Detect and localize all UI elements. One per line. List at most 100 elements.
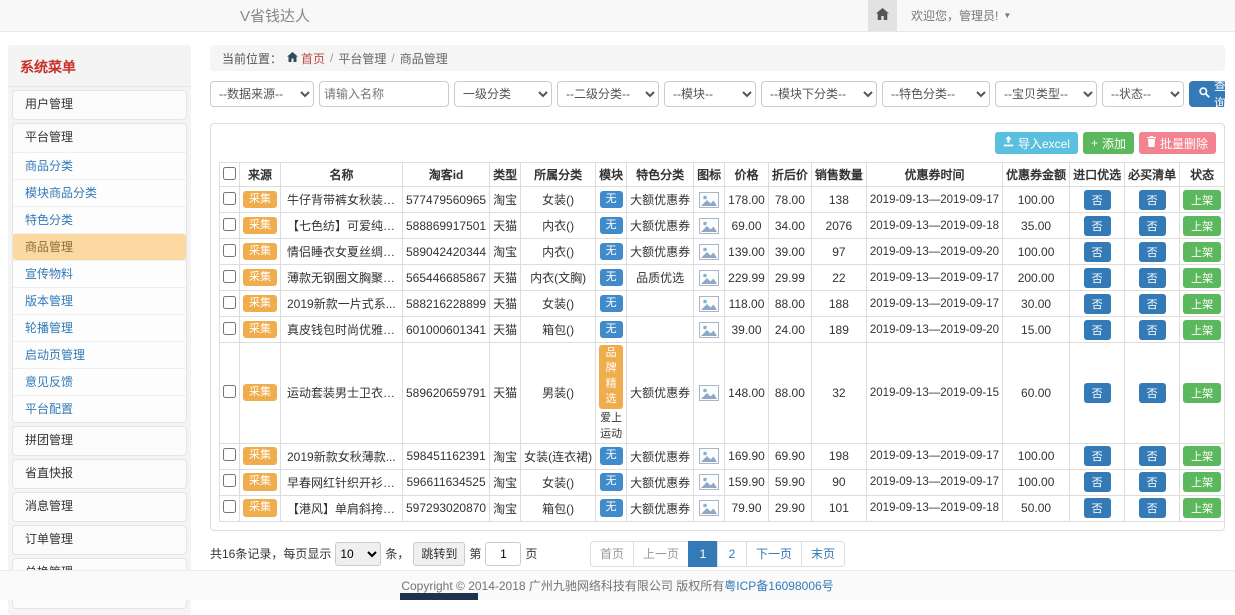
jump-button[interactable]: 跳转到 bbox=[413, 542, 465, 566]
column-header-10: 销售数量 bbox=[811, 163, 866, 187]
module-badge: 无 bbox=[600, 321, 623, 338]
must-buy-button[interactable]: 否 bbox=[1139, 268, 1166, 288]
home-button[interactable] bbox=[868, 0, 897, 31]
import-select-button[interactable]: 否 bbox=[1084, 242, 1111, 262]
sidebar-subitem-1-3[interactable]: 商品管理 bbox=[13, 233, 186, 260]
sidebar-item-5[interactable]: 订单管理 bbox=[13, 526, 186, 554]
must-buy-button[interactable]: 否 bbox=[1139, 383, 1166, 403]
filter-level2-category[interactable]: --二级分类-- bbox=[557, 81, 659, 107]
status-button[interactable]: 上架 bbox=[1183, 216, 1221, 236]
sidebar-subitem-1-0[interactable]: 商品分类 bbox=[13, 152, 186, 179]
product-image-icon bbox=[699, 500, 719, 516]
page-button-5[interactable]: 末页 bbox=[801, 541, 845, 567]
filter-status[interactable]: --状态-- bbox=[1102, 81, 1184, 107]
status-button[interactable]: 上架 bbox=[1183, 498, 1221, 518]
sidebar-subitem-1-5[interactable]: 版本管理 bbox=[13, 287, 186, 314]
must-buy-button[interactable]: 否 bbox=[1139, 320, 1166, 340]
sidebar-item-0[interactable]: 用户管理 bbox=[13, 91, 186, 119]
row-checkbox[interactable] bbox=[223, 474, 236, 487]
jump-page-input[interactable] bbox=[485, 542, 521, 566]
import-select-button[interactable]: 否 bbox=[1084, 383, 1111, 403]
import-select-button[interactable]: 否 bbox=[1084, 216, 1111, 236]
navbar-right: 欢迎您，管理员! ▼ bbox=[868, 0, 1011, 31]
coupon-time: 2019-09-13—2019-09-17 bbox=[866, 291, 1002, 317]
row-checkbox[interactable] bbox=[223, 322, 236, 335]
copyright-text: Copyright © 2014-2018 广州九驰网络科技有限公司 版权所有 bbox=[401, 577, 724, 594]
row-checkbox[interactable] bbox=[223, 270, 236, 283]
row-checkbox[interactable] bbox=[223, 192, 236, 205]
status-button[interactable]: 上架 bbox=[1183, 190, 1221, 210]
must-buy-button[interactable]: 否 bbox=[1139, 472, 1166, 492]
taoke-id: 588216228899 bbox=[403, 291, 490, 317]
filter-module-subcategory[interactable]: --模块下分类-- bbox=[761, 81, 877, 107]
sidebar-subitem-1-6[interactable]: 轮播管理 bbox=[13, 314, 186, 341]
page-button-3[interactable]: 2 bbox=[717, 541, 747, 567]
add-button[interactable]: + 添加 bbox=[1083, 132, 1134, 154]
must-buy-button[interactable]: 否 bbox=[1139, 216, 1166, 236]
filter-name-input[interactable] bbox=[319, 81, 449, 107]
must-buy-button[interactable]: 否 bbox=[1139, 294, 1166, 314]
sidebar-subitem-1-1[interactable]: 模块商品分类 bbox=[13, 179, 186, 206]
import-select-cell: 否 bbox=[1070, 469, 1125, 495]
must-buy-cell: 否 bbox=[1125, 265, 1180, 291]
product-row-9: 采集【港风】单肩斜挎链条...597293020870淘宝箱包()无大额优惠券7… bbox=[220, 495, 1226, 521]
sidebar-item-3[interactable]: 省直快报 bbox=[13, 460, 186, 488]
import-select-button[interactable]: 否 bbox=[1084, 320, 1111, 340]
filter-level1-category[interactable]: 一级分类 bbox=[454, 81, 552, 107]
row-checkbox[interactable] bbox=[223, 296, 236, 309]
per-page-select[interactable]: 10 bbox=[335, 542, 381, 566]
row-checkbox[interactable] bbox=[223, 244, 236, 257]
row-checkbox[interactable] bbox=[223, 448, 236, 461]
select-all-checkbox[interactable] bbox=[223, 167, 236, 180]
status-button[interactable]: 上架 bbox=[1183, 320, 1221, 340]
import-excel-button[interactable]: 导入excel bbox=[995, 132, 1078, 154]
must-buy-button[interactable]: 否 bbox=[1139, 242, 1166, 262]
sidebar-subitem-1-2[interactable]: 特色分类 bbox=[13, 206, 186, 233]
sidebar-item-4[interactable]: 消息管理 bbox=[13, 493, 186, 521]
status-button[interactable]: 上架 bbox=[1183, 446, 1221, 466]
breadcrumb-home-link[interactable]: 首页 bbox=[287, 50, 325, 67]
page-button-4[interactable]: 下一页 bbox=[746, 541, 802, 567]
filter-module[interactable]: --模块-- bbox=[664, 81, 756, 107]
product-image-icon bbox=[699, 218, 719, 234]
page-button-1[interactable]: 上一页 bbox=[633, 541, 689, 567]
must-buy-cell: 否 bbox=[1125, 213, 1180, 239]
status-button[interactable]: 上架 bbox=[1183, 294, 1221, 314]
import-select-button[interactable]: 否 bbox=[1084, 294, 1111, 314]
import-select-button[interactable]: 否 bbox=[1084, 472, 1111, 492]
row-checkbox[interactable] bbox=[223, 218, 236, 231]
page-button-0[interactable]: 首页 bbox=[590, 541, 634, 567]
user-menu[interactable]: 欢迎您，管理员! ▼ bbox=[911, 7, 1011, 24]
page-button-2[interactable]: 1 bbox=[688, 541, 718, 567]
filter-product-type[interactable]: --宝贝类型-- bbox=[995, 81, 1097, 107]
row-checkbox[interactable] bbox=[223, 385, 236, 398]
status-button[interactable]: 上架 bbox=[1183, 242, 1221, 262]
import-select-button[interactable]: 否 bbox=[1084, 268, 1111, 288]
price: 139.00 bbox=[725, 239, 769, 265]
must-buy-button[interactable]: 否 bbox=[1139, 190, 1166, 210]
sidebar-subitem-1-8[interactable]: 意见反馈 bbox=[13, 368, 186, 395]
sidebar-subitem-1-4[interactable]: 宣传物料 bbox=[13, 260, 186, 287]
filter-data-source[interactable]: --数据来源-- bbox=[210, 81, 314, 107]
sidebar-item-1[interactable]: 平台管理 bbox=[13, 124, 186, 152]
batch-delete-button[interactable]: 批量删除 bbox=[1139, 132, 1216, 154]
sidebar-subitem-1-9[interactable]: 平台配置 bbox=[13, 395, 186, 422]
import-select-button[interactable]: 否 bbox=[1084, 190, 1111, 210]
filter-featured-category[interactable]: --特色分类-- bbox=[882, 81, 990, 107]
status-button[interactable]: 上架 bbox=[1183, 472, 1221, 492]
import-select-button[interactable]: 否 bbox=[1084, 446, 1111, 466]
must-buy-button[interactable]: 否 bbox=[1139, 446, 1166, 466]
product-category: 内衣(文胸) bbox=[521, 265, 596, 291]
column-header-14: 必买清单 bbox=[1125, 163, 1180, 187]
must-buy-button[interactable]: 否 bbox=[1139, 498, 1166, 518]
sidebar-item-2[interactable]: 拼团管理 bbox=[13, 427, 186, 455]
status-cell: 上架 bbox=[1180, 317, 1225, 343]
icp-link[interactable]: 粤ICP备16098006号 bbox=[724, 577, 833, 594]
row-checkbox[interactable] bbox=[223, 500, 236, 513]
import-select-button[interactable]: 否 bbox=[1084, 498, 1111, 518]
search-button[interactable]: 查询 bbox=[1189, 81, 1225, 107]
sidebar-subitem-1-7[interactable]: 启动页管理 bbox=[13, 341, 186, 368]
status-button[interactable]: 上架 bbox=[1183, 383, 1221, 403]
sidebar-title: 系统菜单 bbox=[8, 45, 191, 87]
status-button[interactable]: 上架 bbox=[1183, 268, 1221, 288]
